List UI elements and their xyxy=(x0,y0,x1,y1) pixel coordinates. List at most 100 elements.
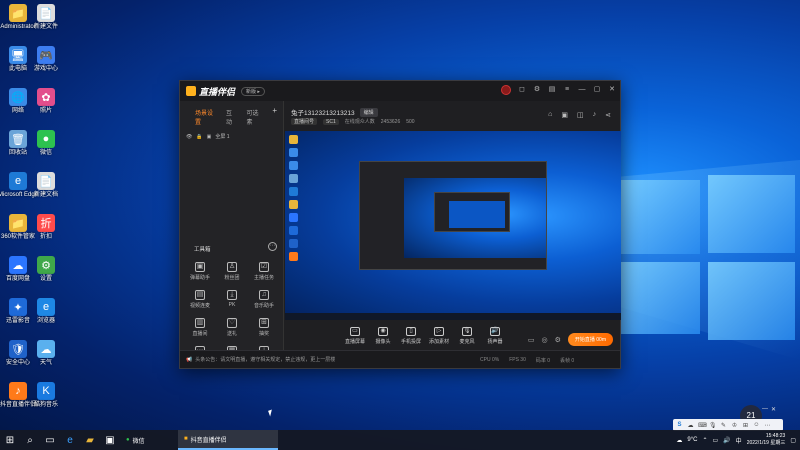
source-control[interactable]: ▷ 添加素材 xyxy=(425,327,453,345)
main-panel: 兔子13123213213213 编辑 直播间号 SC1 在线观众人数 2453… xyxy=(285,101,621,351)
weather-text[interactable]: 9°C xyxy=(687,437,697,443)
tool-icon[interactable]: ✎ xyxy=(720,422,727,429)
clock[interactable]: 15:48:23 2022/1/19 星期三 xyxy=(747,433,786,447)
tool-item[interactable]: ▤ 视频连麦 xyxy=(184,290,216,309)
tab-scene[interactable]: 场景设置 xyxy=(195,108,216,126)
message-icon[interactable]: ◻ xyxy=(518,86,526,94)
tool-item[interactable]: ⤓ PK xyxy=(216,290,248,309)
cloud-icon[interactable]: ☁ xyxy=(687,422,694,429)
minimize-icon[interactable]: — xyxy=(578,86,586,94)
source-control-icon: ▷ xyxy=(434,327,444,336)
maximize-icon[interactable]: ▢ xyxy=(593,86,601,94)
emoji-icon[interactable]: ☺ xyxy=(753,422,760,428)
desktop-app-icon: ☁ xyxy=(37,340,55,358)
live-controls: ▭ ◎ ⚙ 开始直播 00m xyxy=(528,333,613,346)
store-icon[interactable]: ⌂ xyxy=(548,111,552,119)
desktop-icon-label: 新建文件 xyxy=(33,24,58,30)
wechat-icon: ● xyxy=(126,437,130,443)
tool-item[interactable]: ☑ 主播任务 xyxy=(248,262,280,281)
tool-item[interactable]: ▥ 直播间 xyxy=(184,318,216,337)
avatar[interactable] xyxy=(501,85,511,95)
more-icon[interactable]: ⋯ xyxy=(764,422,771,429)
add-scene-icon[interactable]: + xyxy=(272,107,277,126)
menu-icon[interactable]: ≡ xyxy=(563,86,571,94)
settings-icon[interactable]: ⚙ xyxy=(533,86,541,94)
gift-icon[interactable]: ▤ xyxy=(548,86,556,94)
desktop-icon[interactable]: 📄 新建文件 xyxy=(22,4,70,42)
close-float-icon[interactable]: ✕ xyxy=(771,406,776,413)
scene-item[interactable]: 👁 🔒 ▣ 全屏 1 xyxy=(180,126,283,141)
taskbar-app-wechat[interactable]: ● 微信 xyxy=(120,430,178,450)
source-control[interactable]: ▭ 直播屏幕 xyxy=(341,327,369,345)
tool-item[interactable]: ♙ 粉丝团 xyxy=(216,262,248,281)
live-preview[interactable] xyxy=(285,131,621,320)
app-logo: 直播伴侣 xyxy=(186,85,235,98)
tool-item[interactable]: ⊞ 抽奖 xyxy=(248,318,280,337)
desktop-icon[interactable]: ● 微信 xyxy=(22,130,70,168)
tool-label: 抽奖 xyxy=(258,331,269,337)
input-method-icon[interactable]: S xyxy=(676,422,683,428)
taskbar-app-live[interactable]: ■ 抖音直播伴侣 xyxy=(178,430,278,450)
grid-icon[interactable]: ⊞ xyxy=(742,422,749,429)
source-control[interactable]: ◉ 摄像头 xyxy=(369,327,397,345)
desktop-icon[interactable]: 折折扣 xyxy=(22,214,70,252)
record-icon[interactable]: ▭ xyxy=(528,336,535,344)
desktop-app-icon: ✿ xyxy=(37,88,55,106)
room-code-pill[interactable]: SC1 xyxy=(323,118,339,125)
source-control[interactable]: 🔊 扬声器 xyxy=(481,327,509,345)
desktop-app-icon: 📄 xyxy=(37,4,55,22)
explorer-taskbar-icon[interactable]: ▰ xyxy=(80,430,100,450)
search-icon[interactable]: ⌕ xyxy=(20,430,40,450)
tool-label: PK xyxy=(228,302,236,308)
desktop-icon[interactable]: 🎮 游戏中心 xyxy=(22,46,70,84)
tool-item[interactable]: ♫ 音乐助手 xyxy=(248,290,280,309)
edge-taskbar-icon[interactable]: e xyxy=(60,430,80,450)
tab-interact[interactable]: 互动 xyxy=(226,108,237,126)
tool-item[interactable]: ▣ 弹幕助手 xyxy=(184,262,216,281)
lock-icon[interactable]: 🔒 xyxy=(196,134,202,140)
desktop-icon-label: 新建文档 xyxy=(33,192,58,198)
tool-label: 粉丝团 xyxy=(224,275,240,281)
gear-icon[interactable]: ⚙ xyxy=(555,336,561,344)
mic-icon[interactable]: 🎙 xyxy=(709,422,717,429)
notification-icon[interactable]: ▢ xyxy=(790,437,796,444)
ime-icon[interactable]: 中 xyxy=(736,436,742,445)
edit-title-button[interactable]: 编辑 xyxy=(359,107,378,117)
minimize-float-icon[interactable]: — xyxy=(762,406,768,413)
version-badge[interactable]: 新版 ▸ xyxy=(241,86,265,96)
tab-materials[interactable]: 可选素 xyxy=(247,108,263,126)
close-icon[interactable]: ✕ xyxy=(608,86,616,94)
taskbar-app-live-label: 抖音直播伴侣 xyxy=(190,437,227,444)
store-taskbar-icon[interactable]: ▣ xyxy=(100,430,120,450)
volume-icon[interactable]: 🔊 xyxy=(723,437,730,444)
desktop-icon[interactable]: K 酷狗音乐 xyxy=(22,382,70,420)
start-live-button[interactable]: 开始直播 00m xyxy=(567,333,613,346)
source-control-label: 直播屏幕 xyxy=(344,339,365,345)
live-companion-window: 直播伴侣 新版 ▸ ◻ ⚙ ▤ ≡ — ▢ ✕ 场景设置 互动 可选素 + 👁 … xyxy=(179,80,621,369)
source-control[interactable]: ▯ 手机投屏 xyxy=(397,327,425,345)
stat-fps: FPS 30 xyxy=(509,357,526,363)
chevron-up-icon[interactable]: ⌃ xyxy=(702,437,707,444)
shirt-icon[interactable]: ♔ xyxy=(731,422,738,429)
eye-icon[interactable]: 👁 xyxy=(186,134,192,140)
effects-icon[interactable]: ◎ xyxy=(541,336,547,344)
keyboard-icon[interactable]: ⌨ xyxy=(698,422,707,429)
gift-box-icon[interactable]: ▣ xyxy=(561,111,568,119)
start-button[interactable]: ⊞ xyxy=(0,430,20,450)
desktop-icon[interactable]: ☁ 天气 xyxy=(22,340,70,378)
network-icon[interactable]: ▭ xyxy=(713,437,719,444)
desktop-icon[interactable]: e 浏览器 xyxy=(22,298,70,336)
desktop-icon[interactable]: ✿ 照片 xyxy=(22,88,70,126)
share-icon[interactable]: ⋖ xyxy=(605,111,611,119)
room-meta: 直播间号 SC1 在线观众人数 2453626 500 xyxy=(291,118,415,125)
bell-icon[interactable]: ♪ xyxy=(593,111,597,119)
toolbox-more-icon[interactable]: ⋯ xyxy=(268,242,277,251)
task-view-icon[interactable]: ▭ xyxy=(40,430,60,450)
source-control[interactable]: 🎙 麦克风 xyxy=(453,327,481,345)
desktop-icon[interactable]: ⚙ 设置 xyxy=(22,256,70,294)
bag-icon[interactable]: ◫ xyxy=(577,111,584,119)
tool-icon: ♡ xyxy=(227,318,237,328)
desktop-icon[interactable]: 📄 新建文档 xyxy=(22,172,70,210)
weather-icon[interactable]: ☁ xyxy=(676,437,682,444)
tool-item[interactable]: ♡ 送礼 xyxy=(216,318,248,337)
